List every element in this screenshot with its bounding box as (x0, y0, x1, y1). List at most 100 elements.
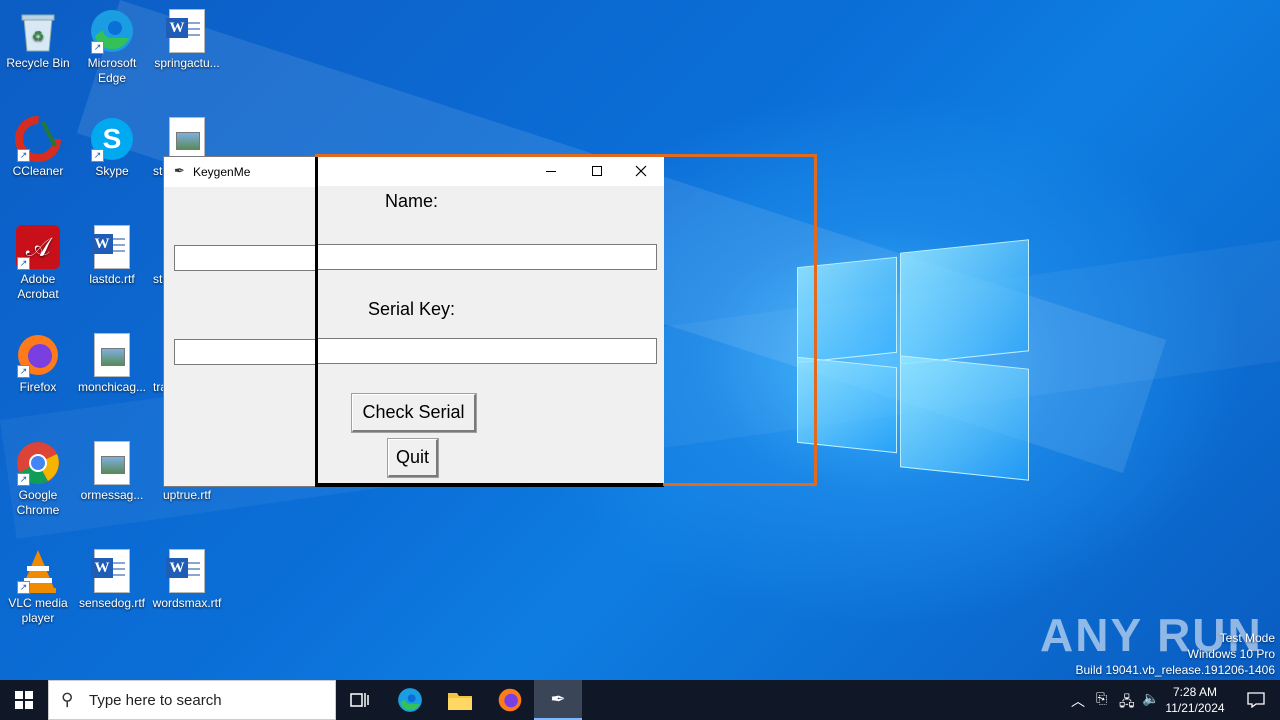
desktop-icon-label: Firefox (19, 380, 57, 394)
volume-icon[interactable]: 🔈 (1142, 691, 1159, 707)
desktop-icon-ormessag[interactable]: ormessag... (74, 440, 150, 503)
word-doc-icon: W (164, 548, 210, 594)
minimize-icon (546, 171, 556, 172)
desktop-icon-microsoft-edge[interactable]: ↗ Microsoft Edge (74, 8, 150, 86)
desktop-icon-skype[interactable]: S ↗ Skype (74, 116, 150, 179)
desktop-icon-label: Microsoft Edge (87, 56, 137, 85)
shortcut-arrow-icon: ↗ (17, 473, 30, 486)
window-titlebar[interactable] (318, 156, 664, 186)
name-input-left[interactable] (174, 245, 317, 271)
name-label: Name: (385, 191, 439, 211)
edge-icon: ↗ (89, 8, 135, 54)
test-mode-label: Test Mode (1219, 631, 1275, 645)
image-file-icon (89, 332, 135, 378)
tk-feather-icon: ✒ (174, 164, 185, 179)
desktop-icon-label: springactu... (154, 56, 220, 70)
search-icon: ⚲ (61, 690, 74, 710)
taskbar-search-box[interactable]: ⚲ Type here to search (48, 680, 336, 720)
task-view-icon (350, 693, 369, 707)
quit-button[interactable]: Quit (387, 438, 439, 478)
recycle-bin-icon: ♻ (15, 8, 61, 54)
desktop-icon-label: wordsmax.rtf (152, 596, 222, 610)
desktop-icon-adobe-acrobat[interactable]: 𝒜 ↗ Adobe Acrobat (0, 224, 76, 302)
chevron-up-icon[interactable]: ︿ (1071, 691, 1085, 711)
desktop-icon-label: Google Chrome (16, 488, 60, 517)
vlc-icon: ↗ (15, 548, 61, 594)
acrobat-icon: 𝒜 ↗ (15, 224, 61, 270)
desktop-icon-google-chrome[interactable]: ↗ Google Chrome (0, 440, 76, 518)
edge-icon (398, 688, 422, 712)
taskbar-clock[interactable]: 7:28 AM 11/21/2024 (1158, 684, 1232, 716)
shortcut-arrow-icon: ↗ (91, 149, 104, 162)
shortcut-arrow-icon: ↗ (17, 149, 30, 162)
desktop-icon-label: Recycle Bin (6, 56, 70, 70)
windows-edition-label: Windows 10 Pro (1187, 647, 1275, 661)
keygen-window[interactable]: ✒ KeygenMe (163, 156, 317, 487)
tk-feather-icon: ✒ (550, 688, 566, 710)
desktop-icon-springactu[interactable]: W springactu... (149, 8, 225, 71)
serial-key-input[interactable] (318, 338, 657, 364)
keygen-window-overlay[interactable]: Name: Serial Key: Check Serial Quit (315, 156, 664, 487)
windows-logo-pane (900, 355, 1029, 481)
highlight-frame (663, 154, 817, 486)
shortcut-arrow-icon: ↗ (17, 581, 30, 594)
taskbar-file-explorer[interactable] (436, 680, 484, 720)
desktop-icon-monchicag[interactable]: monchicag... (74, 332, 150, 395)
close-button[interactable] (618, 156, 664, 186)
desktop-icon-lastdc[interactable]: W lastdc.rtf (74, 224, 150, 287)
task-view-button[interactable] (336, 680, 384, 720)
shortcut-arrow-icon: ↗ (91, 41, 104, 54)
serial-key-label: Serial Key: (368, 299, 456, 319)
highlight-frame-top (315, 154, 664, 157)
shortcut-arrow-icon: ↗ (17, 365, 30, 378)
desktop-icon-label: sensedog.rtf (78, 596, 146, 610)
window-titlebar[interactable]: ✒ KeygenMe (164, 157, 315, 187)
taskbar-firefox[interactable] (486, 680, 534, 720)
folder-icon (448, 693, 472, 710)
search-placeholder: Type here to search (89, 692, 222, 709)
maximize-icon (592, 166, 602, 176)
word-doc-icon: W (89, 224, 135, 270)
clock-time: 7:28 AM (1172, 685, 1218, 699)
desktop-icon-label: CCleaner (12, 164, 64, 178)
window-title: KeygenMe (193, 165, 251, 179)
word-doc-icon: W (164, 8, 210, 54)
device-icon[interactable]: ⎘ (1096, 691, 1107, 707)
taskbar-keygenme[interactable]: ✒ (534, 680, 582, 720)
notification-center-button[interactable] (1232, 680, 1280, 720)
desktop-icon-label: lastdc.rtf (89, 272, 135, 286)
desktop-icon-recycle-bin[interactable]: ♻ Recycle Bin (0, 8, 76, 71)
ccleaner-icon: ↗ (15, 116, 61, 162)
desktop-icon-wordsmax[interactable]: W wordsmax.rtf (149, 548, 225, 611)
desktop-icon-firefox[interactable]: ↗ Firefox (0, 332, 76, 395)
taskbar-edge[interactable] (386, 680, 434, 720)
network-icon[interactable]: 🖧 (1119, 691, 1135, 715)
clock-date: 11/21/2024 (1165, 701, 1225, 715)
minimize-button[interactable] (528, 156, 574, 186)
image-file-icon (89, 440, 135, 486)
serial-input-left[interactable] (174, 339, 317, 365)
firefox-icon (498, 688, 522, 712)
desktop-icon-label: VLC media player (8, 596, 68, 625)
maximize-button[interactable] (574, 156, 620, 186)
desktop-icon-label: Adobe Acrobat (17, 272, 59, 301)
taskbar: ⚲ Type here to search ✒ ︿ ⎘ 🖧 🔈 7:28 AM … (0, 680, 1280, 720)
desktop-icon-label: Skype (95, 164, 129, 178)
start-button[interactable] (0, 680, 48, 720)
notification-icon (1247, 692, 1265, 708)
desktop-icon-label: ormessag... (80, 488, 144, 502)
chrome-icon: ↗ (15, 440, 61, 486)
close-icon (635, 165, 647, 177)
desktop-icon-ccleaner[interactable]: ↗ CCleaner (0, 116, 76, 179)
skype-icon: S ↗ (89, 116, 135, 162)
name-input[interactable] (318, 244, 657, 270)
desktop-icon-vlc[interactable]: ↗ VLC media player (0, 548, 76, 626)
svg-text:♻: ♻ (32, 28, 45, 44)
windows-start-icon (15, 691, 33, 709)
word-doc-icon: W (89, 548, 135, 594)
desktop-icon-sensedog[interactable]: W sensedog.rtf (74, 548, 150, 611)
check-serial-button[interactable]: Check Serial (351, 393, 477, 433)
windows-logo-pane (900, 239, 1029, 365)
desktop-icon-label: monchicag... (77, 380, 147, 394)
desktop-icon-label: uptrue.rtf (162, 488, 212, 502)
